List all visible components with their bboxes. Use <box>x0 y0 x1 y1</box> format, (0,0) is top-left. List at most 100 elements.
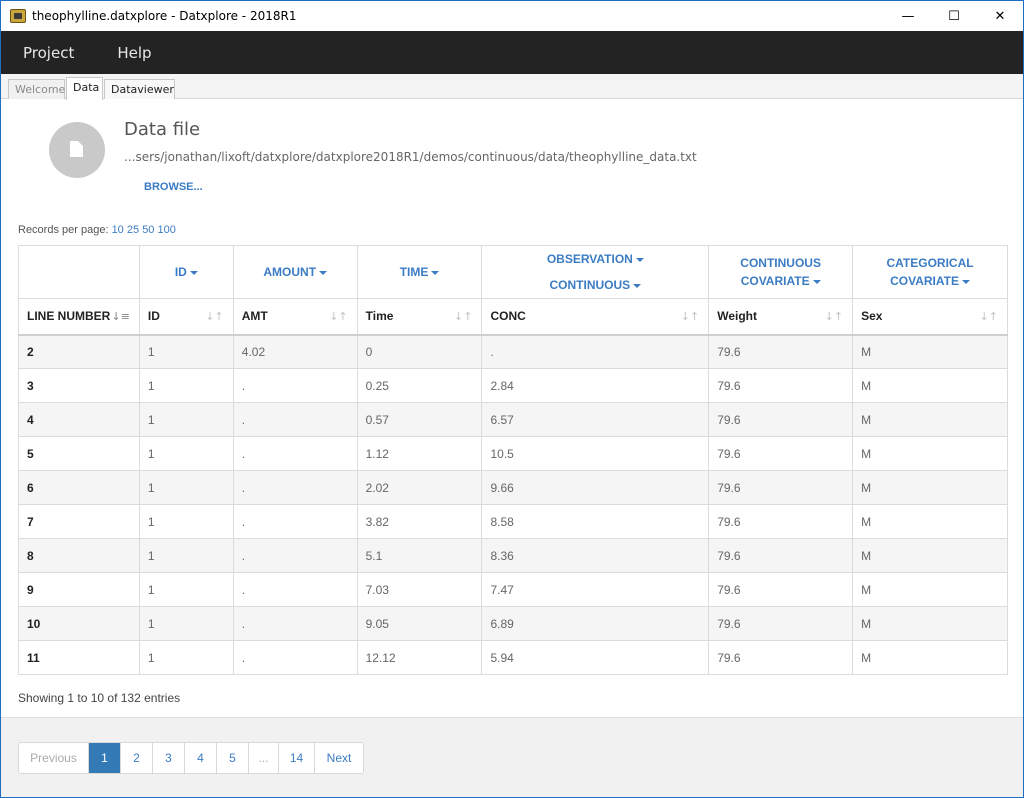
menu-project[interactable]: Project <box>1 44 95 62</box>
table-row[interactable]: 10 1. 9.05 6.89 79.6 M <box>18 606 1008 641</box>
sort-icon: ↓↑ <box>205 310 224 323</box>
type-observation-line2[interactable]: CONTINUOUS <box>482 276 708 294</box>
window-controls: — ☐ ✕ <box>885 1 1023 31</box>
cell-line-number: 3 <box>18 368 140 403</box>
col-label: CONC <box>490 309 526 324</box>
table-row[interactable]: 2 1 4.02 0. 79.6 M <box>18 334 1008 369</box>
type-contcov-label: COVARIATE <box>740 274 810 288</box>
col-label: AMT <box>241 309 268 324</box>
browse-button[interactable]: BROWSE... <box>144 181 203 193</box>
app-logo-icon <box>10 9 26 23</box>
cell-weight: 79.6 <box>708 640 854 675</box>
footer: Previous 1 2 3 4 5 ... 14 Next <box>1 717 1023 797</box>
cell-line-number: 8 <box>18 538 140 573</box>
sort-icon: ↓↑ <box>329 310 348 323</box>
minimize-button[interactable]: — <box>885 1 931 31</box>
cell-id: 1 <box>138 538 234 573</box>
pagination-page-3[interactable]: 3 <box>153 743 185 773</box>
caret-down-icon <box>633 283 642 288</box>
col-line-number[interactable]: LINE NUMBER ↓≡ <box>18 298 140 336</box>
col-conc[interactable]: CONC ↓↑ <box>481 298 710 336</box>
caret-down-icon <box>189 270 198 275</box>
col-weight[interactable]: Weight ↓↑ <box>708 298 854 336</box>
title-bar: theophylline.datxplore - Datxplore - 201… <box>1 1 1023 31</box>
cell-line-number: 9 <box>18 572 140 607</box>
cell-line-number: 5 <box>18 436 140 471</box>
type-header-continuous-covariate[interactable]: CONTINUOUS COVARIATE <box>708 245 854 299</box>
cell-time: 1.12 <box>356 436 483 471</box>
type-catcov-line1: CATEGORICAL <box>886 256 974 270</box>
type-header-id[interactable]: ID <box>138 245 234 299</box>
tab-welcome[interactable]: Welcome <box>8 79 65 99</box>
col-sex[interactable]: Sex ↓↑ <box>852 298 1008 336</box>
pagination-page-2[interactable]: 2 <box>121 743 153 773</box>
cell-weight: 79.6 <box>708 334 854 369</box>
pagination-page-1[interactable]: 1 <box>89 743 121 773</box>
pagination-page-14[interactable]: 14 <box>279 743 315 773</box>
cell-line-number: 7 <box>18 504 140 539</box>
cell-conc: 7.47 <box>481 572 710 607</box>
records-option-50[interactable]: 50 <box>142 224 154 236</box>
col-amt[interactable]: AMT ↓↑ <box>232 298 358 336</box>
close-button[interactable]: ✕ <box>977 1 1023 31</box>
cell-time: 7.03 <box>356 572 483 607</box>
type-header-amount[interactable]: AMOUNT <box>232 245 358 299</box>
type-header-categorical-covariate[interactable]: CATEGORICAL COVARIATE <box>852 245 1008 299</box>
sort-ascending-icon: ↓≡ <box>111 310 130 323</box>
tab-dataviewer[interactable]: Dataviewer <box>104 79 175 99</box>
records-option-10[interactable]: 10 <box>112 224 124 236</box>
records-option-100[interactable]: 100 <box>158 224 176 236</box>
type-amount-label: AMOUNT <box>263 265 317 279</box>
maximize-button[interactable]: ☐ <box>931 1 977 31</box>
data-file-title: Data file <box>124 119 201 140</box>
pagination-page-4[interactable]: 4 <box>185 743 217 773</box>
col-time[interactable]: Time ↓↑ <box>356 298 483 336</box>
col-id[interactable]: ID ↓↑ <box>138 298 234 336</box>
pagination-page-5[interactable]: 5 <box>217 743 249 773</box>
file-icon <box>70 141 83 157</box>
table-row[interactable]: 5 1. 1.12 10.5 79.6 M <box>18 436 1008 471</box>
pagination-previous[interactable]: Previous <box>19 743 89 773</box>
cell-id: 1 <box>138 470 234 505</box>
cell-time: 3.82 <box>356 504 483 539</box>
caret-down-icon <box>431 270 440 275</box>
type-header-time[interactable]: TIME <box>356 245 483 299</box>
records-option-25[interactable]: 25 <box>127 224 139 236</box>
cell-id: 1 <box>138 606 234 641</box>
cell-conc: . <box>481 334 710 369</box>
table-row[interactable]: 3 1. 0.25 2.84 79.6 M <box>18 368 1008 403</box>
type-continuous-label: CONTINUOUS <box>549 278 631 292</box>
cell-conc: 8.36 <box>481 538 710 573</box>
pagination-next[interactable]: Next <box>315 743 363 773</box>
cell-id: 1 <box>138 640 234 675</box>
cell-line-number: 4 <box>18 402 140 437</box>
table-row[interactable]: 6 1. 2.02 9.66 79.6 M <box>18 470 1008 505</box>
table-row[interactable]: 4 1. 0.57 6.57 79.6 M <box>18 402 1008 437</box>
cell-amt: . <box>232 606 358 641</box>
data-file-path: ...sers/jonathan/lixoft/datxplore/datxpl… <box>124 150 697 164</box>
cell-amt: . <box>232 538 358 573</box>
table-row[interactable]: 9 1. 7.03 7.47 79.6 M <box>18 572 1008 607</box>
cell-sex: M <box>852 606 1008 641</box>
cell-sex: M <box>852 470 1008 505</box>
table-row[interactable]: 7 1. 3.82 8.58 79.6 M <box>18 504 1008 539</box>
tab-data[interactable]: Data <box>66 77 103 100</box>
cell-line-number: 11 <box>18 640 140 675</box>
cell-conc: 5.94 <box>481 640 710 675</box>
cell-id: 1 <box>138 572 234 607</box>
sort-icon: ↓↑ <box>680 310 700 323</box>
menu-help[interactable]: Help <box>95 44 172 62</box>
cell-time: 2.02 <box>356 470 483 505</box>
cell-sex: M <box>852 402 1008 437</box>
type-observation-line1[interactable]: OBSERVATION <box>482 250 708 268</box>
type-header-observation[interactable]: OBSERVATION CONTINUOUS <box>481 245 710 299</box>
table-row[interactable]: 11 1. 12.12 5.94 79.6 M <box>18 640 1008 675</box>
file-avatar <box>49 122 105 178</box>
type-contcov-line1: CONTINUOUS <box>740 256 821 270</box>
table-row[interactable]: 8 1. 5.1 8.36 79.6 M <box>18 538 1008 573</box>
cell-amt: . <box>232 436 358 471</box>
cell-sex: M <box>852 538 1008 573</box>
showing-entries: Showing 1 to 10 of 132 entries <box>18 691 181 705</box>
cell-id: 1 <box>138 402 234 437</box>
pagination: Previous 1 2 3 4 5 ... 14 Next <box>18 742 364 774</box>
